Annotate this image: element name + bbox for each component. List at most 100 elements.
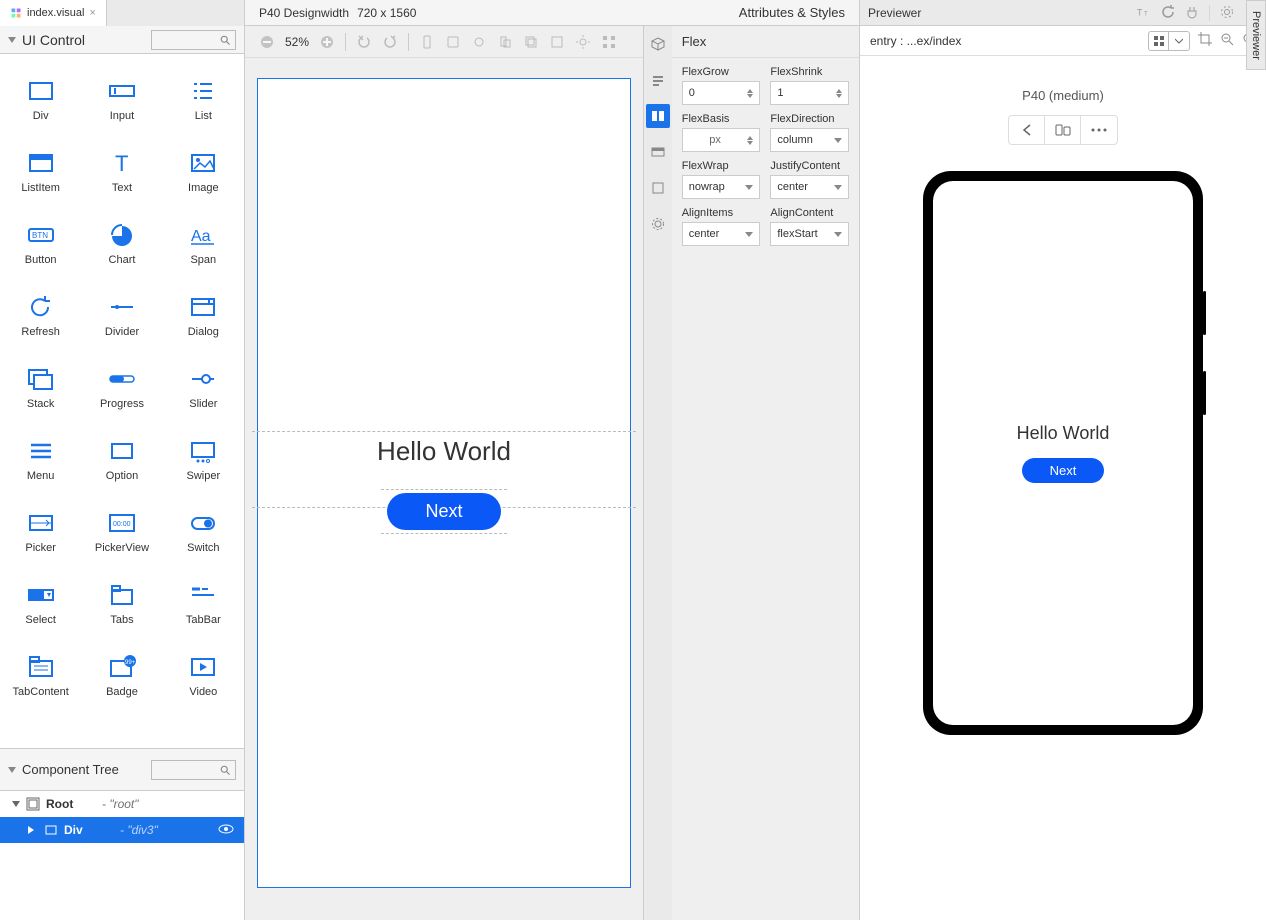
palette-item-video[interactable]: Video xyxy=(163,640,244,712)
stack-icon xyxy=(26,366,56,392)
palette-item-listitem[interactable]: ListItem xyxy=(0,136,81,208)
swiper-icon xyxy=(188,438,218,464)
palette-item-chart[interactable]: Chart xyxy=(81,208,162,280)
palette-item-option[interactable]: Option xyxy=(81,424,162,496)
refresh-icon[interactable] xyxy=(1161,5,1175,19)
back-button[interactable] xyxy=(1009,116,1045,144)
zoom-in-button[interactable] xyxy=(319,34,335,50)
palette-item-menu[interactable]: Menu xyxy=(0,424,81,496)
palette-item-tabs[interactable]: Tabs xyxy=(81,568,162,640)
grid-icon[interactable] xyxy=(601,34,617,50)
phone-side-button xyxy=(1203,291,1206,335)
prop-label-flexshrink: FlexShrink xyxy=(770,66,849,78)
tree-search[interactable] xyxy=(151,760,236,780)
attr-tab-gear[interactable] xyxy=(646,212,670,236)
palette-item-slider[interactable]: Slider xyxy=(163,352,244,424)
collapse-icon[interactable] xyxy=(8,37,16,43)
previewer-body: P40 (medium) Hello World Next xyxy=(860,56,1266,920)
layers-icon[interactable] xyxy=(523,34,539,50)
redo-button[interactable] xyxy=(382,34,398,50)
palette-label: Video xyxy=(189,686,217,698)
palette-item-tabcontent[interactable]: TabContent xyxy=(0,640,81,712)
palette-item-input[interactable]: Input xyxy=(81,64,162,136)
prop-input-flexbasis[interactable]: px xyxy=(682,128,761,152)
hello-text[interactable]: Hello World xyxy=(377,436,511,467)
expand-icon[interactable] xyxy=(28,826,38,834)
font-size-icon[interactable]: TT xyxy=(1137,5,1151,19)
prop-select-flexdirection[interactable]: column xyxy=(770,128,849,152)
more-button[interactable] xyxy=(1081,116,1117,144)
palette-item-progress[interactable]: Progress xyxy=(81,352,162,424)
palette-item-refresh[interactable]: Refresh xyxy=(0,280,81,352)
palette-item-dialog[interactable]: Dialog xyxy=(163,280,244,352)
visibility-icon[interactable] xyxy=(218,823,234,837)
gear-icon[interactable] xyxy=(1220,5,1234,19)
prop-select-flexwrap[interactable]: nowrap xyxy=(682,175,761,199)
props-section-name: Flex xyxy=(682,34,707,49)
palette-item-swiper[interactable]: Swiper xyxy=(163,424,244,496)
svg-text:T: T xyxy=(115,151,128,176)
prop-input-flexshrink[interactable]: 1 xyxy=(770,81,849,105)
palette-label: PickerView xyxy=(95,542,149,554)
attr-tab-flex[interactable] xyxy=(646,104,670,128)
palette-label: Badge xyxy=(106,686,138,698)
palette-item-divider[interactable]: Divider xyxy=(81,280,162,352)
attr-tab-text[interactable] xyxy=(646,68,670,92)
prop-input-flexgrow[interactable]: 0 xyxy=(682,81,761,105)
canvas-viewport[interactable]: Hello World Next xyxy=(245,58,643,920)
palette-item-pickerview[interactable]: 00:00 PickerView xyxy=(81,496,162,568)
phone-screen: Hello World Next xyxy=(933,181,1193,725)
palette-item-text[interactable]: TText xyxy=(81,136,162,208)
attr-tab-cube[interactable] xyxy=(646,32,670,56)
palette-item-stack[interactable]: Stack xyxy=(0,352,81,424)
palette-item-select[interactable]: Select xyxy=(0,568,81,640)
device-watch-icon[interactable] xyxy=(471,34,487,50)
collapse-icon[interactable] xyxy=(8,767,16,773)
palette-item-button[interactable]: BTNButton xyxy=(0,208,81,280)
device-phone-icon[interactable] xyxy=(419,34,435,50)
attr-tab-box[interactable] xyxy=(646,176,670,200)
palette-search[interactable] xyxy=(151,30,236,50)
zoom-out-icon[interactable] xyxy=(1220,32,1234,49)
previewer-side-tab[interactable]: Previewer xyxy=(1246,0,1266,70)
attr-tab-card[interactable] xyxy=(646,140,670,164)
palette-item-div[interactable]: Div xyxy=(0,64,81,136)
undo-button[interactable] xyxy=(356,34,372,50)
palette-label: Input xyxy=(110,110,134,122)
prop-select-aligncontent[interactable]: flexStart xyxy=(770,222,849,246)
palette-item-list[interactable]: List xyxy=(163,64,244,136)
tree-node-div[interactable]: Div - "div3" xyxy=(0,817,244,843)
crop-icon[interactable] xyxy=(1198,32,1212,49)
svg-text:00:00: 00:00 xyxy=(113,521,131,528)
palette-item-picker[interactable]: Picker xyxy=(0,496,81,568)
device-tablet-icon[interactable] xyxy=(445,34,461,50)
expand-icon[interactable] xyxy=(12,801,20,807)
prop-select-justifycontent[interactable]: center xyxy=(770,175,849,199)
next-button[interactable]: Next xyxy=(387,493,500,530)
close-icon[interactable]: × xyxy=(89,7,95,19)
phone-side-button xyxy=(1203,371,1206,415)
grid-view-icon[interactable] xyxy=(1149,32,1169,50)
dropdown-icon[interactable] xyxy=(1169,32,1189,50)
palette-item-span[interactable]: AaSpan xyxy=(163,208,244,280)
prop-select-alignitems[interactable]: center xyxy=(682,222,761,246)
tree-node-root[interactable]: Root - "root" xyxy=(0,791,244,817)
preview-next-button[interactable]: Next xyxy=(1022,458,1105,483)
zoom-out-button[interactable] xyxy=(259,34,275,50)
palette-item-tabbar[interactable]: TabBar xyxy=(163,568,244,640)
prop-label-flexgrow: FlexGrow xyxy=(682,66,761,78)
palette-label: Swiper xyxy=(187,470,221,482)
palette-item-switch[interactable]: Switch xyxy=(163,496,244,568)
canvas-frame[interactable]: Hello World Next xyxy=(257,78,631,888)
tree-title: Component Tree xyxy=(22,763,151,777)
rotate-button[interactable] xyxy=(1045,116,1081,144)
square-icon[interactable] xyxy=(549,34,565,50)
file-tab-index[interactable]: index.visual × xyxy=(0,0,107,26)
palette-label: Dialog xyxy=(188,326,219,338)
palette-item-badge[interactable]: 99+Badge xyxy=(81,640,162,712)
palette-item-image[interactable]: Image xyxy=(163,136,244,208)
tabbar-icon xyxy=(188,582,218,608)
brightness-icon[interactable] xyxy=(575,34,591,50)
plug-icon[interactable] xyxy=(1185,5,1199,19)
device-rotate-icon[interactable] xyxy=(497,34,513,50)
